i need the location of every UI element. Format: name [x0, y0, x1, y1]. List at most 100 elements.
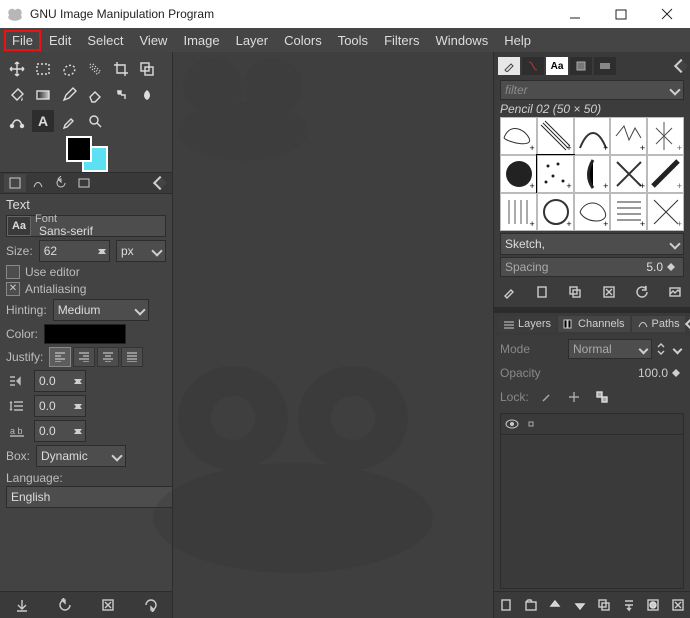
fonts-tab[interactable]: Aa	[546, 57, 568, 75]
brush-cell[interactable]: +	[647, 193, 684, 231]
layer-list[interactable]	[500, 413, 684, 589]
delete-brush-button[interactable]	[598, 281, 620, 303]
save-tool-preset-button[interactable]	[11, 594, 33, 616]
delete-layer-button[interactable]	[667, 594, 689, 616]
tool-clone[interactable]	[110, 84, 132, 106]
letterspacing-input[interactable]: 0.0	[34, 420, 86, 442]
lock-alpha-button[interactable]	[591, 386, 613, 408]
justify-right-button[interactable]	[73, 347, 95, 367]
brush-cell[interactable]: +	[574, 117, 611, 155]
visibility-icon[interactable]	[505, 419, 519, 429]
link-icon[interactable]	[525, 418, 537, 430]
tool-bucket[interactable]	[6, 84, 28, 106]
tab-paths[interactable]: Paths	[632, 316, 685, 332]
patterns-tab[interactable]	[522, 57, 544, 75]
layer-down-button[interactable]	[569, 594, 591, 616]
tool-fuzzy-select[interactable]	[84, 58, 106, 80]
tab-layers[interactable]: Layers	[498, 316, 556, 332]
dock-tab-device-status[interactable]	[27, 174, 49, 192]
tool-color-picker[interactable]	[58, 110, 80, 132]
brush-preset-combo[interactable]: Sketch,	[500, 233, 684, 255]
brush-cell[interactable]: +	[647, 117, 684, 155]
brush-cell[interactable]: +	[610, 117, 647, 155]
tool-zoom[interactable]	[84, 110, 106, 132]
brush-cell[interactable]: +	[610, 155, 647, 193]
tool-path[interactable]	[6, 110, 28, 132]
menu-tools[interactable]: Tools	[330, 30, 376, 51]
tool-gradient[interactable]	[32, 84, 54, 106]
tool-move[interactable]	[6, 58, 28, 80]
dock-tab-undo-history[interactable]	[50, 174, 72, 192]
brush-cell[interactable]: +	[574, 193, 611, 231]
history-tab[interactable]	[570, 57, 592, 75]
refresh-brushes-button[interactable]	[631, 281, 653, 303]
blendmode-combo[interactable]: Normal	[568, 339, 652, 359]
tool-text[interactable]: A	[32, 110, 54, 132]
box-combo[interactable]: Dynamic	[36, 445, 126, 467]
brush-cell-selected[interactable]: +	[537, 155, 574, 193]
menu-select[interactable]: Select	[79, 30, 131, 51]
hinting-combo[interactable]: Medium	[53, 299, 149, 321]
brush-cell[interactable]: +	[537, 193, 574, 231]
dock-menu-button[interactable]	[152, 175, 168, 191]
tool-smudge[interactable]	[136, 84, 158, 106]
tab-channels[interactable]: Channels	[558, 316, 629, 332]
brush-cell[interactable]: +	[500, 193, 537, 231]
menu-windows[interactable]: Windows	[427, 30, 496, 51]
menu-filters[interactable]: Filters	[376, 30, 427, 51]
mode-menu-button[interactable]	[670, 338, 684, 360]
tool-eraser[interactable]	[84, 84, 106, 106]
brush-spacing-slider[interactable]: Spacing 5.0	[500, 257, 684, 277]
layers-dock-menu[interactable]	[687, 319, 690, 329]
brush-cell[interactable]: +	[610, 193, 647, 231]
reset-tool-preset-button[interactable]	[140, 594, 162, 616]
duplicate-brush-button[interactable]	[564, 281, 586, 303]
canvas-area[interactable]	[173, 52, 493, 618]
new-brush-button[interactable]	[531, 281, 553, 303]
fg-bg-colors[interactable]	[66, 136, 108, 172]
menu-file[interactable]: File	[4, 30, 41, 51]
brushes-tab[interactable]	[498, 57, 520, 75]
tool-free-select[interactable]	[58, 58, 80, 80]
gradients-tab[interactable]	[594, 57, 616, 75]
tool-transform[interactable]	[136, 58, 158, 80]
brushes-dock-menu[interactable]	[676, 61, 686, 71]
edit-brush-button[interactable]	[498, 281, 520, 303]
close-button[interactable]	[644, 0, 690, 28]
tool-crop[interactable]	[110, 58, 132, 80]
lock-position-button[interactable]	[563, 386, 585, 408]
lock-pixels-button[interactable]	[535, 386, 557, 408]
layer-up-button[interactable]	[544, 594, 566, 616]
mode-switch-button[interactable]	[652, 338, 670, 360]
brush-filter-input[interactable]: filter	[500, 80, 684, 100]
mask-button[interactable]	[642, 594, 664, 616]
duplicate-layer-button[interactable]	[593, 594, 615, 616]
antialias-checkbox[interactable]	[6, 282, 20, 296]
brush-cell[interactable]: +	[647, 155, 684, 193]
size-input[interactable]: 62	[39, 240, 110, 262]
brush-cell[interactable]: +	[500, 155, 537, 193]
new-layer-button[interactable]	[495, 594, 517, 616]
size-unit-combo[interactable]: px	[116, 240, 166, 262]
merge-down-button[interactable]	[618, 594, 640, 616]
fg-color-swatch[interactable]	[66, 136, 92, 162]
text-color-swatch[interactable]	[44, 324, 126, 344]
tool-rect-select[interactable]	[32, 58, 54, 80]
font-selector[interactable]: Aa Font Sans-serif	[6, 215, 166, 237]
open-as-image-button[interactable]	[664, 281, 686, 303]
maximize-button[interactable]	[598, 0, 644, 28]
new-group-button[interactable]	[520, 594, 542, 616]
tool-pencil[interactable]	[58, 84, 80, 106]
justify-center-button[interactable]	[97, 347, 119, 367]
linespacing-input[interactable]: 0.0	[34, 395, 86, 417]
restore-tool-preset-button[interactable]	[54, 594, 76, 616]
layer-row[interactable]	[501, 414, 683, 435]
delete-tool-preset-button[interactable]	[97, 594, 119, 616]
minimize-button[interactable]	[552, 0, 598, 28]
dock-tab-tool-options[interactable]	[4, 174, 26, 192]
dock-tab-images[interactable]	[73, 174, 95, 192]
brush-grid[interactable]: + + + + + + + + + + + + + + +	[500, 117, 684, 231]
menu-help[interactable]: Help	[496, 30, 539, 51]
menu-edit[interactable]: Edit	[41, 30, 79, 51]
indent-input[interactable]: 0.0	[34, 370, 86, 392]
